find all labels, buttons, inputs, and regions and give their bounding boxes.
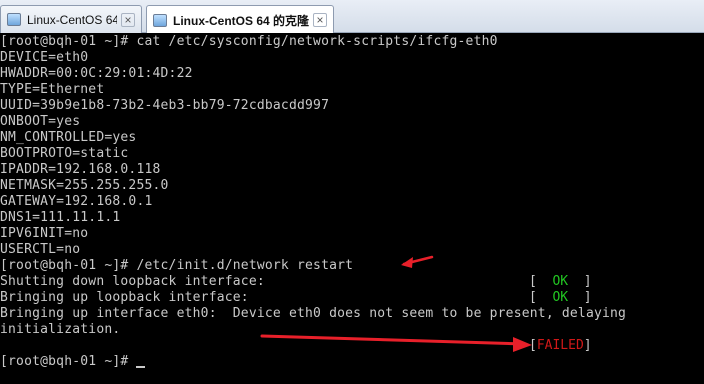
ok-label: OK <box>552 274 569 289</box>
terminal-line: HWADDR=00:0C:29:01:4D:22 <box>0 66 193 81</box>
terminal-line: ONBOOT=yes <box>0 114 81 129</box>
terminal-line: GATEWAY=192.168.0.1 <box>0 194 153 209</box>
terminal-line: NETMASK=255.255.255.0 <box>0 178 169 193</box>
tab-bar: Linux-CentOS 64 × Linux-CentOS 64 的克隆 × <box>0 0 704 34</box>
status-failed: [FAILED] <box>529 338 592 353</box>
terminal-line: TYPE=Ethernet <box>0 82 105 97</box>
terminal-line: DEVICE=eth0 <box>0 50 89 65</box>
failed-label: FAILED <box>536 338 584 353</box>
terminal-prompt[interactable]: [root@bqh-01 ~]# <box>0 354 146 370</box>
terminal-line: DNS1=111.11.1.1 <box>0 210 121 225</box>
text-cursor <box>136 366 146 368</box>
terminal-line: [root@bqh-01 ~]# /etc/init.d/network res… <box>0 258 354 273</box>
tab-label: Linux-CentOS 64 的克隆 <box>173 13 309 28</box>
terminal-line: Bringing up interface eth0: Device eth0 … <box>0 306 627 321</box>
terminal-line: IPV6INIT=no <box>0 226 89 241</box>
terminal-console[interactable]: [root@bqh-01 ~]# cat /etc/sysconfig/netw… <box>0 33 704 384</box>
tab-linux-centos-64-clone[interactable]: Linux-CentOS 64 的克隆 × <box>146 5 334 34</box>
prompt-text: [root@bqh-01 ~]# <box>0 354 137 369</box>
terminal-line: Bringing up loopback interface: <box>0 290 249 305</box>
tab-linux-centos-64[interactable]: Linux-CentOS 64 × <box>0 5 142 33</box>
terminal-line: Shutting down loopback interface: <box>0 274 265 289</box>
close-icon[interactable]: × <box>313 13 327 27</box>
close-icon[interactable]: × <box>121 12 135 27</box>
terminal-line: NM_CONTROLLED=yes <box>0 130 137 145</box>
status-ok-2: [ OK ] <box>529 290 592 305</box>
tab-label: Linux-CentOS 64 <box>27 12 117 27</box>
vm-icon <box>153 13 167 27</box>
terminal-line: BOOTPROTO=static <box>0 146 129 161</box>
terminal-line: UUID=39b9e1b8-73b2-4eb3-bb79-72cdbacdd99… <box>0 98 330 113</box>
ok-label: OK <box>552 290 569 305</box>
terminal-line: [root@bqh-01 ~]# cat /etc/sysconfig/netw… <box>0 34 498 49</box>
terminal-line: USERCTL=no <box>0 242 81 257</box>
status-ok-1: [ OK ] <box>529 274 592 289</box>
vm-icon <box>7 13 21 26</box>
terminal-line: IPADDR=192.168.0.118 <box>0 162 161 177</box>
terminal-line: initialization. <box>0 322 121 337</box>
